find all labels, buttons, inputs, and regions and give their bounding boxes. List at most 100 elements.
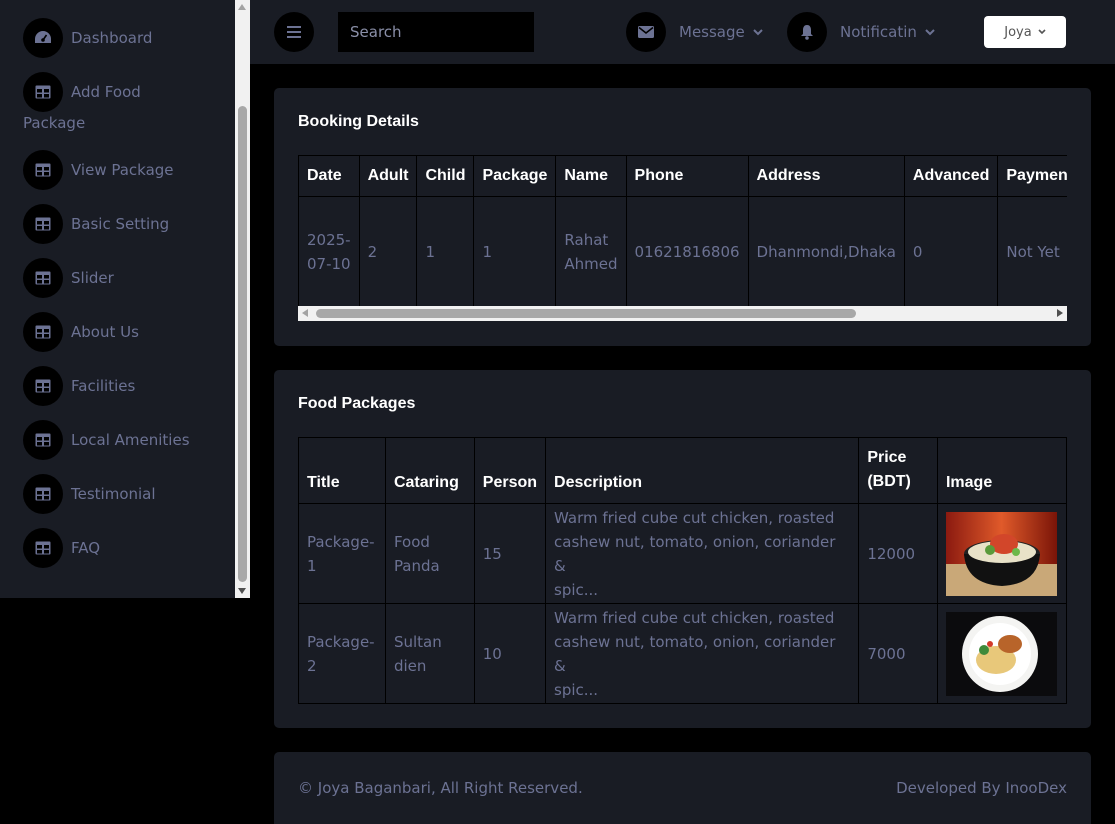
cell-title: Package- 1 bbox=[298, 503, 386, 604]
sidebar-item-label: Basic Setting bbox=[71, 215, 170, 233]
message-label: Message bbox=[679, 23, 745, 41]
column-header: Title bbox=[298, 437, 386, 504]
column-header: Child bbox=[416, 155, 475, 197]
sidebar-item-dashboard[interactable]: Dashboard bbox=[23, 18, 152, 58]
sidebar-toggle-button[interactable] bbox=[274, 12, 314, 52]
sidebar-scrollbar[interactable] bbox=[235, 0, 250, 598]
column-header: Adult bbox=[358, 155, 418, 197]
column-header: Description bbox=[545, 437, 860, 504]
sidebar-item-label: About Us bbox=[71, 323, 139, 341]
sidebar-item-facilities[interactable]: Facilities bbox=[23, 366, 135, 406]
booking-details-title: Booking Details bbox=[298, 113, 419, 130]
dashboard-gauge-icon bbox=[23, 18, 63, 58]
table-icon bbox=[23, 420, 63, 460]
table-row: 2025- 07-10 2 1 1 Rahat Ahmed 01621816806 … bbox=[298, 196, 1067, 308]
chevron-down-icon bbox=[925, 28, 935, 35]
scroll-up-arrow-icon[interactable] bbox=[238, 4, 246, 10]
cell-image bbox=[936, 503, 1068, 604]
sidebar-item-add-food-package[interactable]: Add Food bbox=[23, 72, 141, 112]
table-header-row: Date Adult Child Package Name Phone Addr… bbox=[298, 155, 1067, 197]
notification-label: Notificatin bbox=[840, 23, 917, 41]
booking-table-scroll: Date Adult Child Package Name Phone Addr… bbox=[298, 155, 1067, 321]
sidebar-item-label: Testimonial bbox=[71, 485, 156, 503]
cell-image bbox=[936, 603, 1068, 704]
sidebar-item-basic-setting[interactable]: Basic Setting bbox=[23, 204, 169, 244]
table-row: Package- 2 Sultan dien 10 Warm fried cube … bbox=[298, 603, 1068, 704]
column-header: Price (BDT) bbox=[858, 437, 938, 504]
food-packages-card: Food Packages Title Cataring Person Desc… bbox=[274, 370, 1091, 728]
cell-payment-by: Not Yet bbox=[997, 196, 1067, 308]
bell-icon bbox=[787, 12, 827, 52]
user-name: Joya bbox=[1004, 24, 1032, 40]
column-header: Advanced bbox=[903, 155, 999, 197]
column-header: Cataring bbox=[384, 437, 475, 504]
sidebar-item-slider[interactable]: Slider bbox=[23, 258, 114, 298]
food-packages-table: Title Cataring Person Description Price(… bbox=[298, 437, 1068, 704]
sidebar-item-label: Local Amenities bbox=[71, 431, 190, 449]
footer: © Joya Baganbari, All Right Reserved. De… bbox=[274, 752, 1091, 824]
chevron-down-icon bbox=[1038, 29, 1046, 35]
cell-phone: 01621816806 bbox=[625, 196, 749, 308]
table-icon bbox=[23, 150, 63, 190]
cell-advanced: 0 bbox=[903, 196, 999, 308]
column-header: Date bbox=[298, 155, 360, 197]
cell-catering: Food Panda bbox=[384, 503, 475, 604]
table-header-row: Title Cataring Person Description Price(… bbox=[298, 437, 1068, 504]
sidebar-item-label-continued: Package bbox=[23, 114, 86, 132]
table-icon bbox=[23, 204, 63, 244]
sidebar-item-faq[interactable]: FAQ bbox=[23, 528, 100, 568]
scrollbar-thumb[interactable] bbox=[238, 106, 247, 582]
cell-price: 12000 bbox=[858, 503, 938, 604]
message-dropdown[interactable]: Message bbox=[626, 12, 763, 52]
cell-date: 2025- 07-10 bbox=[298, 196, 360, 308]
column-header: Phone bbox=[625, 155, 749, 197]
table-icon bbox=[23, 258, 63, 298]
sidebar-item-label: Add Food bbox=[71, 83, 141, 101]
table-icon bbox=[23, 72, 63, 112]
sidebar-item-label: Facilities bbox=[71, 377, 136, 395]
sidebar-item-testimonial[interactable]: Testimonial bbox=[23, 474, 156, 514]
user-menu-button[interactable]: Joya bbox=[984, 16, 1066, 48]
table-icon bbox=[23, 366, 63, 406]
column-header: Image bbox=[936, 437, 1068, 504]
topbar: Message Notificatin Joya bbox=[250, 0, 1115, 64]
table-icon bbox=[23, 528, 63, 568]
hamburger-menu-icon bbox=[287, 26, 301, 38]
sidebar-item-about-us[interactable]: About Us bbox=[23, 312, 139, 352]
cell-name: Rahat Ahmed bbox=[555, 196, 627, 308]
cell-child: 1 bbox=[416, 196, 475, 308]
scroll-left-arrow-icon[interactable] bbox=[302, 309, 308, 317]
hscrollbar-thumb[interactable] bbox=[316, 309, 856, 318]
cell-person: 15 bbox=[473, 503, 547, 604]
cell-person: 10 bbox=[473, 603, 547, 704]
cell-description: Warm fried cube cut chicken, roasted cash… bbox=[545, 503, 860, 604]
table-icon bbox=[23, 474, 63, 514]
booking-table-hscrollbar[interactable] bbox=[298, 306, 1067, 321]
booking-details-card: Booking Details Date Adult Child Package… bbox=[274, 88, 1091, 346]
scroll-right-arrow-icon[interactable] bbox=[1057, 309, 1063, 317]
sidebar-item-local-amenities[interactable]: Local Amenities bbox=[23, 420, 190, 460]
table-row: Package- 1 Food Panda 15 Warm fried cube c… bbox=[298, 503, 1068, 604]
column-header: Name bbox=[555, 155, 627, 197]
cell-address: Dhanmondi,Dhaka bbox=[747, 196, 905, 308]
cell-title: Package- 2 bbox=[298, 603, 386, 704]
cell-package: 1 bbox=[473, 196, 557, 308]
cell-adult: 2 bbox=[358, 196, 418, 308]
sidebar-item-label: View Package bbox=[71, 161, 174, 179]
column-header: Person bbox=[473, 437, 547, 504]
food-package-image bbox=[945, 611, 1057, 696]
sidebar-item-label: FAQ bbox=[71, 539, 101, 557]
envelope-icon bbox=[626, 12, 666, 52]
column-header: Address bbox=[747, 155, 905, 197]
search-input[interactable] bbox=[338, 12, 534, 52]
notification-dropdown[interactable]: Notificatin bbox=[787, 12, 935, 52]
table-icon bbox=[23, 312, 63, 352]
sidebar-item-label: Dashboard bbox=[71, 29, 153, 47]
sidebar-item-view-package[interactable]: View Package bbox=[23, 150, 174, 190]
scroll-down-arrow-icon[interactable] bbox=[238, 588, 246, 594]
food-packages-title: Food Packages bbox=[298, 395, 416, 412]
booking-table: Date Adult Child Package Name Phone Addr… bbox=[298, 155, 1067, 308]
food-package-image bbox=[945, 511, 1057, 596]
sidebar: Dashboard Add Food Package View Package … bbox=[0, 0, 235, 598]
cell-price: 7000 bbox=[858, 603, 938, 704]
